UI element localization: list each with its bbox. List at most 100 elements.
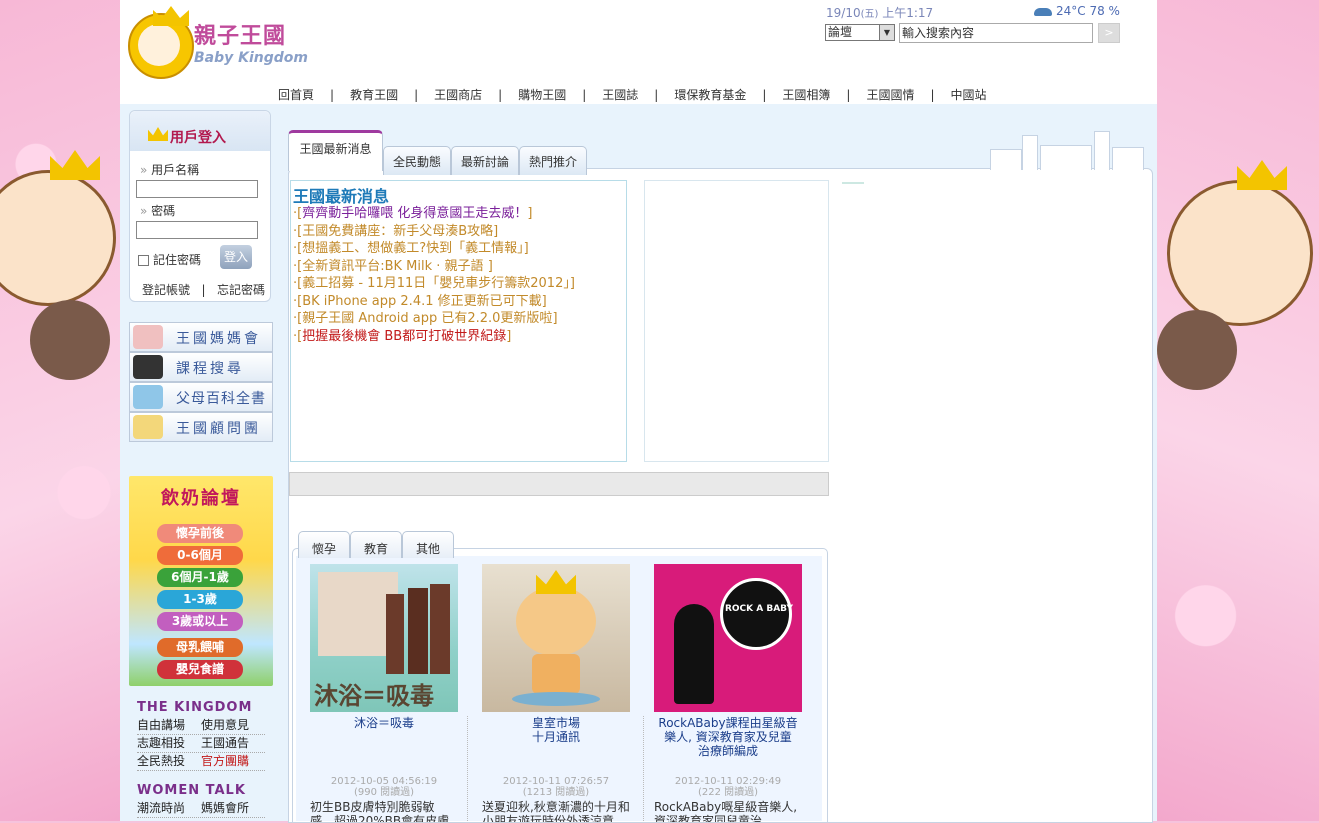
tab-kingdom-news[interactable]: 王國最新消息	[288, 130, 383, 171]
card-date: 2012-10-05 04:56:19 (990 閱讀過)	[330, 776, 438, 798]
crown-icon	[50, 150, 100, 180]
link-separator: |	[201, 283, 206, 297]
forum-button-breastfeeding[interactable]: 母乳餵哺	[157, 638, 243, 657]
site-logo[interactable]: 親子王國 Baby Kingdom	[128, 6, 309, 79]
background-left-decoration	[0, 0, 120, 821]
nav-separator: |	[762, 88, 767, 102]
search-scope-value: 論壇	[828, 25, 853, 39]
image-logo-text: ROCK A BABY	[724, 604, 794, 614]
news-item[interactable]: 全新資訊平台:BK Milk · 親子語	[293, 258, 575, 276]
side-menu-encyclopedia[interactable]: 父母百科全書	[129, 382, 273, 412]
date-text: 19/10	[826, 6, 861, 20]
username-field[interactable]	[136, 180, 258, 198]
forum-button-baby-recipes[interactable]: 嬰兒食譜	[157, 660, 243, 679]
logo-face-icon	[138, 24, 180, 66]
card-date: 2012-10-11 07:26:57 (1213 閱讀過)	[502, 776, 610, 798]
laptop-icon	[133, 355, 163, 379]
forum-button-0-6-months[interactable]: 0-6個月	[157, 546, 243, 565]
nav-item[interactable]: 教育王國	[342, 88, 406, 102]
remember-label: 記住密碼	[153, 253, 202, 267]
remember-checkbox[interactable]	[138, 255, 149, 266]
nav-separator: |	[846, 88, 851, 102]
tab-public-updates[interactable]: 全民動態	[383, 146, 451, 175]
subtab-education[interactable]: 教育	[350, 531, 402, 558]
news-box: 王國最新消息 齊齊動手哈囉喂 化身得意國王走去威！ 王國免費講座：新手父母湊B攻…	[290, 180, 627, 462]
grey-bar	[289, 472, 829, 496]
secondary-box	[644, 180, 829, 462]
card-caption[interactable]: 皇室市場 十月通訊	[482, 716, 630, 744]
kingdom-link[interactable]: 志趣相投	[137, 735, 201, 752]
rockababy-image[interactable]: ROCK A BABY	[654, 564, 802, 712]
teddy-bear-image	[30, 300, 110, 380]
kingdom-link[interactable]: 自由講場	[137, 717, 201, 734]
card-caption[interactable]: 沐浴＝吸毒	[310, 716, 458, 730]
nav-separator: |	[498, 88, 503, 102]
card-caption[interactable]: RockABaby課程由星級音樂人, 資深教育家及兒童 治療師編成	[654, 716, 802, 758]
women-talk-link[interactable]: 媽媽會所	[201, 800, 265, 817]
kingdom-link[interactable]: 使用意見	[201, 717, 265, 734]
news-item[interactable]: 義工招募 - 11月11日「嬰兒車步行籌款2012」	[293, 275, 575, 293]
chevron-down-icon[interactable]: ▼	[879, 25, 894, 40]
forum-button-1-3y[interactable]: 1-3歲	[157, 590, 243, 609]
book-icon	[133, 385, 163, 409]
side-menu-consultants[interactable]: 王國顧問團	[129, 412, 273, 442]
page-container: 親子王國 Baby Kingdom 19/10(五) 上午1:17 24°C 7…	[120, 0, 1157, 823]
nav-separator: |	[582, 88, 587, 102]
kingdom-link-highlight[interactable]: 官方團購	[201, 753, 265, 770]
side-menu-label: 王國顧問團	[176, 421, 261, 437]
search-button[interactable]: >	[1098, 23, 1120, 43]
card-divider	[467, 716, 469, 821]
bath-product-image[interactable]: 沐浴＝吸毒	[310, 564, 458, 712]
forum-title: 飲奶論壇	[161, 488, 241, 509]
tab-latest-discussions[interactable]: 最新討論	[451, 146, 519, 175]
card-date: 2012-10-11 02:29:49 (222 閱讀過)	[674, 776, 782, 798]
card-description: 初生BB皮膚特別脆弱敏感，超過20%BB會有皮膚或濕	[310, 800, 450, 822]
side-menu-course-search[interactable]: 課程搜尋	[129, 352, 273, 382]
tab-hot-picks[interactable]: 熱門推介	[519, 146, 587, 175]
search-scope-select[interactable]: 論壇 ▼	[825, 24, 895, 41]
news-item[interactable]: 親子王國 Android app 已有2.2.0更新版啦	[293, 310, 575, 328]
nav-separator: |	[930, 88, 935, 102]
women-talk-links: 潮流時尚 媽媽會所	[137, 800, 265, 818]
nav-item[interactable]: 中國站	[943, 88, 995, 102]
baby-mascot-image	[1167, 180, 1313, 326]
milk-forum-banner[interactable]: 飲奶論壇 懷孕前後 0-6個月 6個月-1歲 1-3歲 3歲或以上 母乳餵哺 嬰…	[129, 476, 273, 686]
side-menu-label: 父母百科全書	[176, 391, 266, 407]
subtab-others[interactable]: 其他	[402, 531, 454, 558]
nav-separator: |	[414, 88, 419, 102]
image-caption-text: 沐浴＝吸毒	[314, 682, 434, 710]
nav-item[interactable]: 回首頁	[270, 88, 322, 102]
nav-item[interactable]: 王國商店	[426, 88, 490, 102]
weather-text: 24°C 78 %	[1056, 4, 1120, 18]
nav-item[interactable]: 王國相簿	[774, 88, 838, 102]
nav-item[interactable]: 環保教育基金	[666, 88, 754, 102]
logo-subtitle: Baby Kingdom	[194, 50, 309, 66]
side-menu-mothers-club[interactable]: 王國媽媽會	[129, 322, 273, 352]
remember-password[interactable]: 記住密碼	[138, 251, 201, 268]
password-field[interactable]	[136, 221, 258, 239]
news-item[interactable]: 把握最後機會 BB都可打破世界紀錄	[293, 328, 575, 346]
royal-market-image[interactable]	[482, 564, 630, 712]
mother-avatar-icon	[133, 325, 163, 349]
news-item[interactable]: BK iPhone app 2.4.1 修正更新已可下載	[293, 293, 575, 311]
nav-item[interactable]: 王國國情	[858, 88, 922, 102]
nav-separator: |	[654, 88, 659, 102]
forgot-password-link[interactable]: 忘記密碼	[217, 283, 265, 297]
nav-item[interactable]: 購物王國	[510, 88, 574, 102]
forum-button-pre-post-pregnancy[interactable]: 懷孕前後	[157, 524, 243, 543]
search-input[interactable]: 輸入搜索內容	[899, 23, 1093, 43]
news-item[interactable]: 王國免費講座：新手父母湊B攻略	[293, 223, 575, 241]
login-button[interactable]: 登入	[220, 245, 252, 269]
news-item[interactable]: 齊齊動手哈囉喂 化身得意國王走去威！	[293, 205, 575, 223]
card-divider	[643, 716, 645, 821]
subtab-pregnancy[interactable]: 懷孕	[298, 531, 350, 558]
forum-button-3y-plus[interactable]: 3歲或以上	[157, 612, 243, 631]
women-talk-link[interactable]: 潮流時尚	[137, 800, 201, 817]
kingdom-link[interactable]: 全民熱投	[137, 753, 201, 770]
nav-item[interactable]: 王國誌	[594, 88, 646, 102]
kingdom-link[interactable]: 王國通告	[201, 735, 265, 752]
forum-button-6m-1y[interactable]: 6個月-1歲	[157, 568, 243, 587]
divider-line	[842, 182, 864, 184]
news-item[interactable]: 想搵義工、想做義工?快到「義工情報」	[293, 240, 575, 258]
register-link[interactable]: 登記帳號	[142, 283, 190, 297]
